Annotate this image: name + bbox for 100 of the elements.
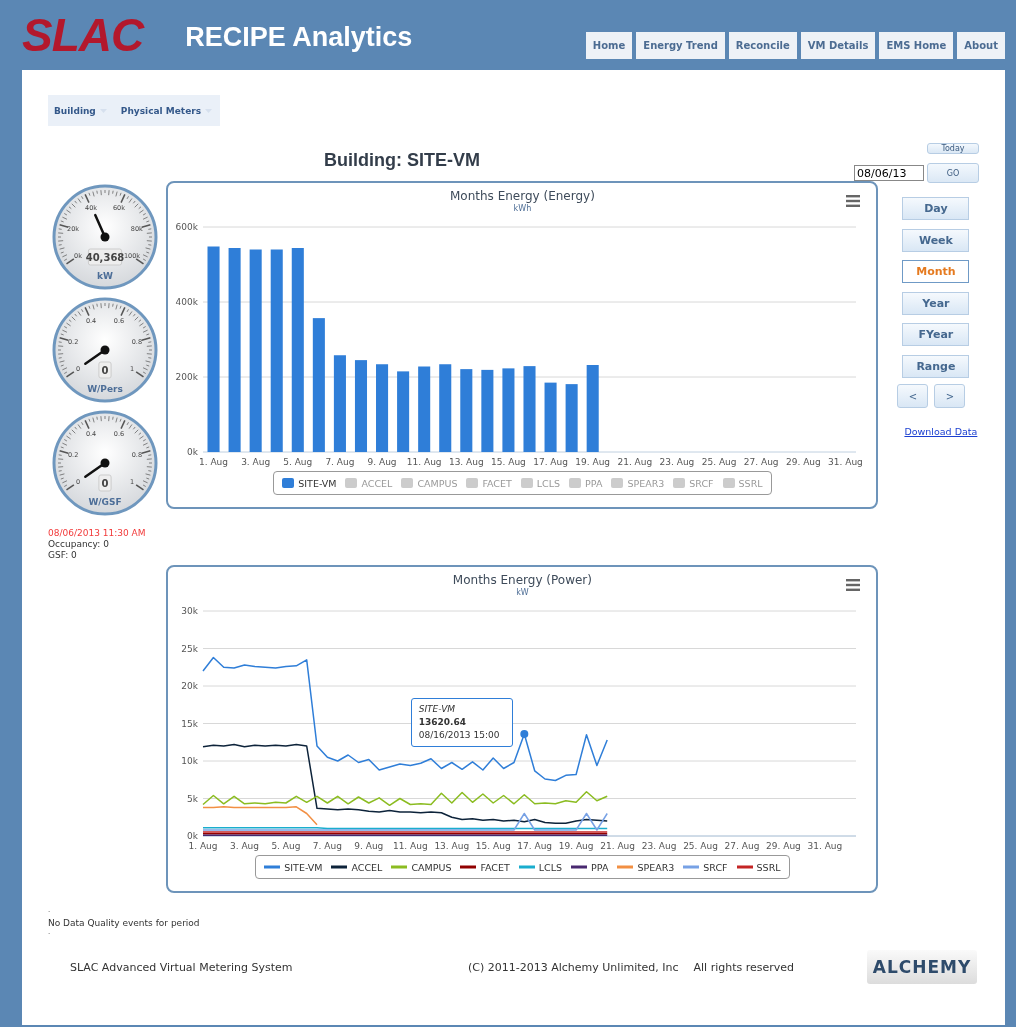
legend-item[interactable]: FACET	[460, 861, 510, 873]
logo: ALCHEMY	[867, 950, 977, 984]
menu-icon[interactable]	[846, 579, 861, 591]
legend-item[interactable]: SRCF	[683, 861, 728, 873]
axis-label: 23. Aug	[642, 841, 677, 851]
axis-label: 15k	[181, 718, 199, 729]
axis-label: 3. Aug	[241, 457, 271, 467]
axis-label: 20k	[181, 681, 199, 691]
axis-label: 25. Aug	[683, 841, 719, 851]
axis-label: 27. Aug	[725, 841, 760, 851]
axis-label: 5. Aug	[271, 841, 301, 851]
tooltip-value: 13620.64	[418, 716, 467, 729]
axis-label: 30k	[181, 606, 199, 616]
square-icon	[401, 478, 414, 488]
axis-label: 25. Aug	[702, 457, 737, 467]
square-icon	[611, 478, 624, 488]
square-icon	[466, 478, 479, 488]
tooltip-series: SITE-VM	[418, 703, 457, 716]
legend-item[interactable]: LCLS	[518, 861, 563, 873]
page-title: Building: SITE-VM	[324, 150, 480, 172]
axis-label: 3. Aug	[230, 841, 260, 851]
axis-label: 27. Aug	[744, 457, 779, 467]
axis-label: 29. Aug	[786, 457, 822, 467]
nav-button[interactable]: VM Details	[800, 32, 876, 59]
axis-label: 10k	[181, 756, 199, 766]
go-button[interactable]: GO	[927, 163, 979, 183]
data-point	[520, 730, 529, 738]
legend-item[interactable]: CAMPUS	[391, 861, 452, 873]
square-icon	[345, 478, 358, 488]
period-button[interactable]: Range	[902, 354, 970, 378]
legend-item[interactable]: PPA	[569, 477, 603, 489]
gauge-reading: 0	[98, 474, 112, 492]
timestamp: 08/06/2013 11:30 AM	[48, 528, 147, 539]
period-button[interactable]: FYear	[902, 323, 970, 346]
axis-label: 1. Aug	[199, 457, 229, 467]
axis-label: 9. Aug	[354, 841, 384, 851]
period-button[interactable]: Year	[902, 291, 970, 315]
axis-label: 0k	[187, 447, 199, 457]
logo: SLAC	[22, 10, 144, 60]
gauge-unit: W/GSF	[88, 497, 122, 507]
legend-item[interactable]: CAMPUS	[401, 477, 458, 489]
status-text: Occupancy: 0	[48, 539, 110, 550]
square-icon	[673, 478, 686, 488]
axis-label: 400k	[176, 297, 199, 307]
nav-button[interactable]: About	[957, 32, 1005, 59]
axis-label: 29. Aug	[766, 841, 802, 851]
gauge-needle	[94, 213, 110, 242]
gauge-needle	[84, 345, 110, 365]
legend-item[interactable]: SSRL	[736, 861, 781, 873]
footer-text: All rights reserved	[693, 960, 795, 974]
nav-button[interactable]: Reconcile	[728, 32, 797, 59]
footer-text: SLAC Advanced Virtual Metering System	[70, 960, 294, 974]
period-button[interactable]: Day	[902, 197, 970, 220]
menu-tab[interactable]: Physical Meters	[114, 95, 221, 126]
axis-label: 15. Aug	[491, 457, 527, 467]
app-title: RECIPE Analytics	[185, 22, 413, 53]
copyright-text: (C) 2011-2013 Alchemy Unlimited, Inc	[468, 960, 679, 974]
gauge-unit: kW	[97, 271, 113, 281]
legend-item[interactable]: SITE-VM	[264, 861, 323, 873]
date-field[interactable]: 08/06/13	[854, 165, 924, 181]
nav-button[interactable]: EMS Home	[879, 32, 954, 59]
status-text: GSF: 0	[48, 550, 78, 561]
today-button[interactable]: Today	[927, 143, 979, 154]
legend-item[interactable]: SPEAR3	[617, 861, 675, 873]
legend-item[interactable]: ACCEL	[331, 861, 383, 873]
axis-label: 11. Aug	[407, 457, 442, 467]
menu-icon[interactable]	[846, 195, 861, 207]
nav-button[interactable]: Energy Trend	[636, 32, 725, 59]
axis-label: 5. Aug	[283, 457, 313, 467]
axis-label: 25k	[181, 643, 199, 654]
axis-label: 13. Aug	[449, 457, 485, 467]
axis-label: 9. Aug	[367, 457, 397, 467]
legend-item[interactable]: SITE-VM	[282, 477, 337, 489]
axis-label: 19. Aug	[575, 457, 611, 467]
legend-item[interactable]: ACCEL	[345, 477, 393, 489]
chart-subtitle: kW	[516, 588, 529, 597]
legend-item[interactable]: LCLS	[520, 477, 561, 489]
axis-label: 7. Aug	[313, 841, 343, 851]
axis-label: 600k	[176, 222, 199, 232]
arrow-button[interactable]: >	[934, 384, 966, 408]
legend-item[interactable]: SPEAR3	[611, 477, 665, 489]
gauge-reading: 0	[98, 361, 112, 379]
axis-label: 15. Aug	[476, 841, 511, 851]
menu-tab[interactable]: Building	[48, 95, 115, 126]
period-button[interactable]: Month	[902, 260, 970, 283]
legend-item[interactable]: SSRL	[722, 477, 763, 489]
period-button[interactable]: Week	[902, 228, 970, 252]
axis-label: 17. Aug	[517, 841, 553, 851]
axis-label: 19. Aug	[559, 841, 594, 851]
arrow-button[interactable]: <	[897, 384, 929, 408]
axis-label: 31. Aug	[807, 841, 843, 851]
legend-item[interactable]: FACET	[466, 477, 512, 489]
nav-button[interactable]: Home	[585, 32, 633, 59]
legend-item[interactable]: PPA	[571, 861, 609, 873]
legend-item[interactable]: SRCF	[673, 477, 714, 489]
axis-label: 23. Aug	[660, 457, 695, 467]
download-link[interactable]: Download Data	[904, 426, 978, 437]
square-icon	[722, 478, 735, 488]
chart-title: Months Energy (Power)	[452, 573, 592, 588]
axis-label: 1. Aug	[188, 841, 218, 851]
